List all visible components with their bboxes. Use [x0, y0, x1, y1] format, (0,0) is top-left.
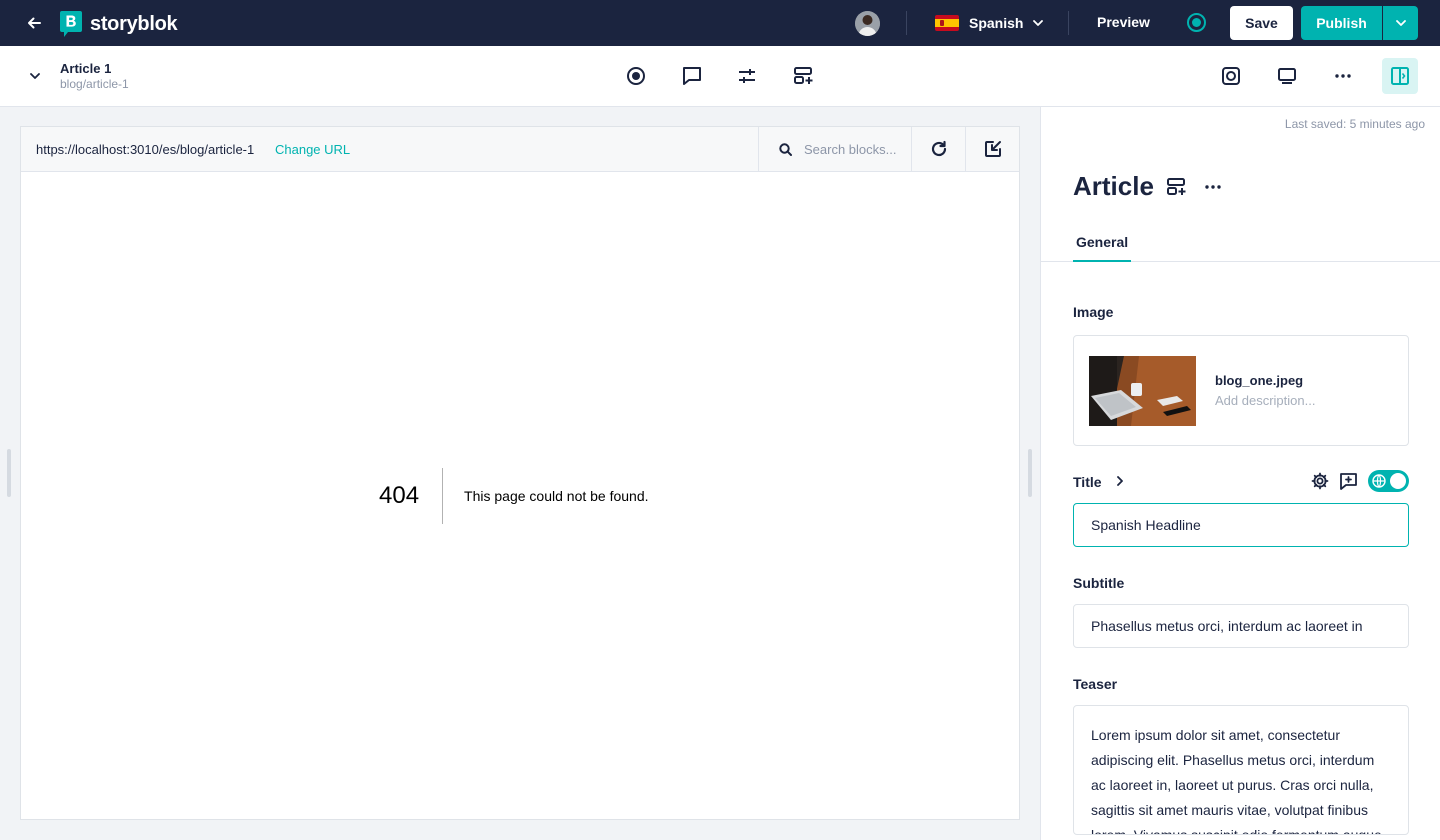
editor-tabs: General [1041, 225, 1440, 262]
content-editor-panel: Last saved: 5 minutes ago Article Genera… [1040, 107, 1440, 840]
subtitle-input[interactable]: Phasellus metus orci, interdum ac laoree… [1073, 604, 1409, 648]
story-slug: blog/article-1 [60, 77, 129, 91]
preview-frame: https://localhost:3010/es/blog/article-1… [20, 126, 1020, 820]
story-name: Article 1 [60, 61, 112, 76]
error-text: This page could not be found. [464, 488, 649, 504]
preview-url: https://localhost:3010/es/blog/article-1 [36, 142, 255, 157]
story-toolbar: Article 1 blog/article-1 [0, 46, 1440, 107]
title-field-label: Title [1073, 474, 1102, 490]
desktop-icon[interactable] [1275, 64, 1299, 88]
chevron-down-icon [1033, 20, 1044, 26]
more-icon[interactable] [1202, 177, 1224, 197]
globe-icon [1372, 474, 1386, 488]
more-icon[interactable] [1331, 64, 1355, 88]
brand-logo[interactable]: storyblok [60, 11, 178, 37]
image-filename: blog_one.jpeg [1215, 373, 1304, 388]
teaser-textarea[interactable]: Lorem ipsum dolor sit amet, consectetur … [1073, 705, 1409, 835]
storyblok-logo-icon [60, 11, 82, 37]
comment-icon[interactable] [680, 64, 704, 88]
divider [1068, 11, 1069, 35]
subtitle-field-label: Subtitle [1073, 575, 1125, 591]
settings-gear-icon[interactable] [1309, 470, 1331, 492]
search-input[interactable]: Search blocks... [804, 142, 900, 157]
tab-general[interactable]: General [1073, 234, 1132, 262]
image-description-input[interactable]: Add description... [1215, 393, 1315, 408]
publish-button[interactable]: Publish [1301, 6, 1382, 40]
divider [906, 11, 907, 35]
add-block-icon[interactable] [792, 64, 816, 88]
refresh-icon [931, 140, 946, 157]
chevron-down-icon [30, 73, 40, 79]
error-code: 404 [379, 468, 444, 524]
title-input[interactable]: Spanish Headline [1073, 503, 1409, 547]
chevron-right-icon[interactable] [1117, 475, 1127, 487]
live-status-icon[interactable] [1187, 13, 1206, 32]
left-resize-handle[interactable] [7, 449, 11, 497]
add-block-icon[interactable] [1166, 177, 1188, 197]
image-thumbnail[interactable] [1089, 356, 1196, 426]
exit-preview-button[interactable] [965, 127, 1019, 171]
preview-url-bar: https://localhost:3010/es/blog/article-1… [21, 127, 1019, 172]
side-panel-icon[interactable] [1382, 58, 1418, 94]
target-icon[interactable] [624, 64, 648, 88]
refresh-button[interactable] [911, 127, 965, 171]
avatar[interactable] [855, 11, 880, 36]
chevron-down-icon [1395, 20, 1406, 26]
language-label: Spanish [969, 15, 1024, 31]
sliders-icon[interactable] [735, 64, 759, 88]
spain-flag-icon [935, 15, 959, 31]
image-asset-card[interactable]: blog_one.jpeg Add description... [1073, 335, 1409, 446]
language-selector[interactable]: Spanish [935, 12, 1044, 34]
search-blocks-field[interactable]: Search blocks... [758, 127, 912, 171]
top-bar: storyblok Spanish Preview Save Publish [0, 0, 1440, 46]
add-comment-icon[interactable] [1337, 470, 1359, 492]
exit-preview-icon [984, 141, 1001, 157]
image-field-label: Image [1073, 304, 1114, 320]
brand-name: storyblok [90, 12, 178, 35]
save-button[interactable]: Save [1230, 6, 1293, 40]
not-found-message: 404 This page could not be found. [379, 468, 649, 524]
toggle-knob [1390, 473, 1406, 489]
teaser-field-label: Teaser [1073, 676, 1118, 692]
last-saved-status: Last saved: 5 minutes ago [1284, 117, 1425, 131]
back-arrow-icon[interactable] [22, 12, 46, 34]
ai-assistant-icon[interactable] [1219, 64, 1243, 88]
component-title: Article [1073, 171, 1154, 201]
preview-button[interactable]: Preview [1097, 14, 1150, 30]
right-resize-handle[interactable] [1028, 449, 1032, 497]
translation-toggle[interactable] [1368, 470, 1409, 492]
search-icon [779, 142, 792, 156]
change-url-link[interactable]: Change URL [275, 142, 350, 157]
collapse-button[interactable] [26, 66, 44, 86]
publish-options-button[interactable] [1383, 6, 1418, 40]
